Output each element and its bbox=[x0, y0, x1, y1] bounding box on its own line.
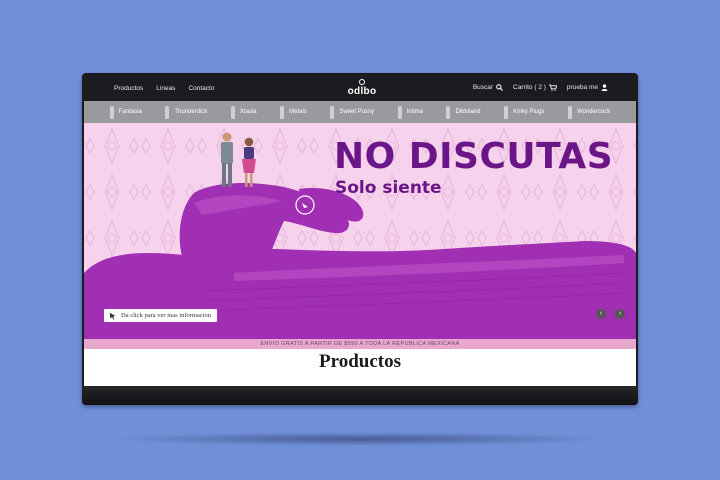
cart-icon bbox=[548, 84, 557, 91]
brand-logo[interactable]: odlbo bbox=[346, 79, 378, 97]
product-silhouette-icon bbox=[567, 105, 572, 119]
category-label: Fantasia bbox=[118, 109, 142, 115]
product-silhouette-icon bbox=[109, 105, 114, 119]
cart-button[interactable]: Carrito ( 2 ) bbox=[513, 84, 557, 91]
search-icon bbox=[496, 84, 503, 91]
section-title: Productos bbox=[319, 351, 401, 372]
category-fantasia[interactable]: Fantasia bbox=[109, 105, 142, 119]
product-silhouette-icon bbox=[230, 105, 235, 119]
logo-text: odlbo bbox=[347, 86, 377, 97]
user-icon bbox=[601, 84, 608, 91]
category-label: Xtasia bbox=[239, 109, 257, 115]
hero-headline: NO DISCUTAS bbox=[334, 136, 614, 177]
nav-link-productos[interactable]: Productos bbox=[114, 85, 143, 92]
product-silhouette-icon bbox=[165, 105, 170, 119]
more-info-label: Da click para ver mas informacion bbox=[121, 312, 212, 319]
cart-label: Carrito ( 2 ) bbox=[513, 84, 546, 91]
user-label: prueba me bbox=[566, 84, 598, 91]
category-metals[interactable]: Metals bbox=[280, 105, 307, 119]
category-label: Kinky Plugs bbox=[513, 109, 545, 115]
nav-link-lineas[interactable]: Lineas bbox=[156, 85, 175, 92]
product-silhouette-icon bbox=[280, 105, 285, 119]
search-label: Buscar bbox=[472, 84, 494, 91]
product-silhouette-icon bbox=[446, 105, 451, 119]
shipping-banner: ENVIO GRATIS A PARTIR DE $599 A TODA LA … bbox=[84, 339, 636, 349]
category-kinky-plugs[interactable]: Kinky Plugs bbox=[504, 105, 545, 119]
category-bar: Fantasia Thunderdick Xtasia Metals Sweet… bbox=[84, 101, 636, 123]
hero-banner[interactable]: NO DISCUTAS Solo siente Da click para ve… bbox=[84, 123, 636, 339]
category-label: Metals bbox=[289, 109, 307, 115]
logo-ring-icon bbox=[359, 79, 365, 85]
hero-subhead: Solo siente bbox=[335, 178, 442, 198]
website-screen: Productos Lineas Contacto odlbo Buscar C… bbox=[84, 75, 636, 386]
product-silhouette-icon bbox=[397, 105, 402, 119]
prev-slide-button[interactable]: ‹ bbox=[596, 309, 606, 319]
more-info-button[interactable]: Da click para ver mas informacion bbox=[104, 309, 218, 322]
category-label: Wondercock bbox=[576, 109, 611, 115]
account-button[interactable]: prueba me bbox=[567, 84, 608, 91]
category-label: Sweet Pussy bbox=[339, 109, 375, 115]
monitor-bezel bbox=[82, 386, 638, 405]
cursor-icon bbox=[109, 312, 116, 320]
category-label: Dildoland bbox=[455, 109, 481, 115]
monitor: Productos Lineas Contacto odlbo Buscar C… bbox=[82, 73, 638, 405]
search-button[interactable]: Buscar bbox=[473, 84, 503, 91]
category-thunderdick[interactable]: Thunderdick bbox=[165, 105, 208, 119]
next-slide-button[interactable]: › bbox=[615, 309, 625, 319]
category-label: Intima bbox=[406, 109, 423, 115]
category-sweet-pussy[interactable]: Sweet Pussy bbox=[330, 105, 375, 119]
category-dildoland[interactable]: Dildoland bbox=[446, 105, 481, 119]
utility-links: Buscar Carrito ( 2 ) prueba me bbox=[473, 84, 608, 91]
category-label: Thunderdick bbox=[174, 109, 208, 115]
product-silhouette-icon bbox=[504, 105, 509, 119]
category-intima[interactable]: Intima bbox=[397, 105, 423, 119]
monitor-shadow bbox=[110, 432, 610, 446]
nav-link-contacto[interactable]: Contacto bbox=[188, 85, 214, 92]
category-xtasia[interactable]: Xtasia bbox=[230, 105, 257, 119]
main-links: Productos Lineas Contacto bbox=[114, 85, 214, 92]
category-wondercock[interactable]: Wondercock bbox=[567, 105, 611, 119]
top-navigation: Productos Lineas Contacto odlbo Buscar C… bbox=[84, 75, 636, 101]
product-silhouette-icon bbox=[330, 105, 335, 119]
